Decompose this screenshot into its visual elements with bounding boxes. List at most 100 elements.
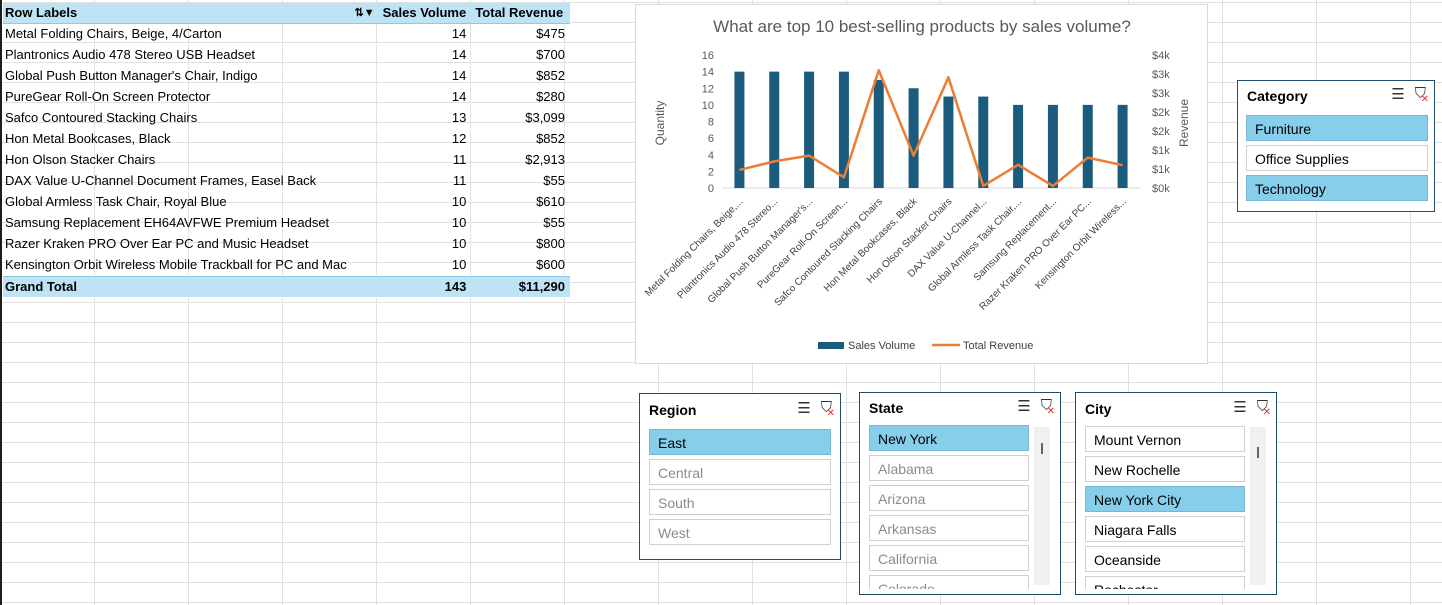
slicer-scrollbar[interactable]	[1250, 427, 1266, 585]
legend-label-sales-volume: Sales Volume	[848, 340, 915, 352]
product-label[interactable]: Hon Metal Bookcases, Black	[3, 129, 379, 149]
y-axis-title: Quantity	[653, 101, 667, 146]
slicer-scrollbar[interactable]	[1034, 427, 1050, 585]
y-tick-label: 4	[708, 150, 714, 162]
sales-volume-cell[interactable]: 10	[379, 213, 472, 233]
product-label[interactable]: Safco Contoured Stacking Chairs	[3, 108, 379, 128]
total-revenue-cell[interactable]: $610	[471, 192, 570, 212]
sales-volume-header[interactable]: Sales Volume	[379, 3, 472, 23]
clear-filter-icon[interactable]: ⛉ ✕	[1257, 398, 1271, 418]
grand-total-volume[interactable]: 143	[379, 277, 472, 297]
y2-tick-label: $3k	[1152, 88, 1170, 100]
slicer-item[interactable]: New Rochelle	[1085, 456, 1245, 482]
sales-volume-cell[interactable]: 14	[379, 87, 472, 107]
slicer-item[interactable]: Niagara Falls	[1085, 516, 1245, 542]
line-total-revenue	[739, 68, 1123, 188]
combo-chart[interactable]: What are top 10 best-selling products by…	[635, 4, 1208, 364]
slicer-item[interactable]: West	[649, 519, 831, 545]
slicer-item[interactable]: Arizona	[869, 485, 1029, 511]
multi-select-icon[interactable]: ☰	[1233, 398, 1246, 416]
product-label[interactable]: PureGear Roll-On Screen Protector	[3, 87, 379, 107]
product-label[interactable]: Razer Kraken PRO Over Ear PC and Music H…	[3, 234, 379, 254]
sales-volume-cell[interactable]: 12	[379, 129, 472, 149]
multi-select-icon[interactable]: ☰	[797, 399, 810, 417]
scrollbar-thumb[interactable]	[1257, 447, 1259, 458]
chart-title: What are top 10 best-selling products by…	[713, 17, 1131, 36]
bar-sales-volume	[804, 71, 815, 188]
slicer-item[interactable]: Furniture	[1246, 115, 1428, 141]
slicer-item[interactable]: California	[869, 545, 1029, 571]
total-revenue-cell[interactable]: $852	[471, 129, 570, 149]
product-label[interactable]: Kensington Orbit Wireless Mobile Trackba…	[3, 255, 379, 275]
multi-select-icon[interactable]: ☰	[1017, 397, 1030, 415]
product-label[interactable]: Samsung Replacement EH64AVFWE Premium He…	[3, 213, 379, 233]
slicer-item[interactable]: Colorado	[869, 575, 1029, 589]
sheet-left-edge	[0, 0, 2, 605]
pivot-row: Global Push Button Manager's Chair, Indi…	[3, 66, 570, 87]
slicer-item[interactable]: East	[649, 429, 831, 455]
sales-volume-cell[interactable]: 13	[379, 108, 472, 128]
y2-tick-label: $1k	[1152, 164, 1170, 176]
bar-sales-volume	[734, 71, 745, 188]
total-revenue-cell[interactable]: $2,913	[471, 150, 570, 170]
clear-filter-icon[interactable]: ⛉ ✕	[1415, 85, 1429, 105]
sales-volume-cell[interactable]: 10	[379, 255, 472, 275]
total-revenue-cell[interactable]: $600	[471, 255, 570, 275]
slicer-item[interactable]: Mount Vernon	[1085, 426, 1245, 452]
city-slicer[interactable]: City ☰ ⛉ ✕ Mount Vernon New Rochelle New Yo…	[1075, 392, 1277, 595]
y-tick-label: 0	[708, 183, 714, 195]
sort-filter-icon[interactable]: ⇅▼	[355, 3, 375, 23]
slicer-item[interactable]: Arkansas	[869, 515, 1029, 541]
slicer-item[interactable]: Office Supplies	[1246, 145, 1428, 171]
y-tick-label: 2	[708, 166, 714, 178]
product-label[interactable]: Global Push Button Manager's Chair, Indi…	[3, 66, 379, 86]
slicer-item[interactable]: South	[649, 489, 831, 515]
clear-filter-icon[interactable]: ⛉ ✕	[1041, 397, 1055, 417]
product-label[interactable]: DAX Value U-Channel Document Frames, Eas…	[3, 171, 379, 191]
slicer-item[interactable]: Technology	[1246, 175, 1428, 201]
product-label[interactable]: Global Armless Task Chair, Royal Blue	[3, 192, 379, 212]
slicer-title: Region	[649, 402, 697, 418]
pivot-row: Kensington Orbit Wireless Mobile Trackba…	[3, 255, 570, 276]
total-revenue-cell[interactable]: $280	[471, 87, 570, 107]
sales-volume-cell[interactable]: 14	[379, 45, 472, 65]
sales-volume-cell[interactable]: 14	[379, 66, 472, 86]
sales-volume-cell[interactable]: 11	[379, 150, 472, 170]
region-slicer[interactable]: Region ☰ ⛉ ✕ East Central South West	[639, 393, 841, 560]
product-label[interactable]: Hon Olson Stacker Chairs	[3, 150, 379, 170]
category-slicer[interactable]: Category ☰ ⛉ ✕ Furniture Office Supplies Te…	[1237, 80, 1435, 212]
total-revenue-cell[interactable]: $475	[471, 24, 570, 44]
product-label[interactable]: Metal Folding Chairs, Beige, 4/Carton	[3, 24, 379, 44]
y-tick-label: 14	[702, 67, 714, 79]
grand-total-label[interactable]: Grand Total	[3, 277, 379, 297]
total-revenue-cell[interactable]: $55	[471, 213, 570, 233]
scrollbar-thumb[interactable]	[1041, 443, 1043, 454]
total-revenue-header[interactable]: Total Revenue	[471, 3, 570, 23]
bar-sales-volume	[1117, 104, 1128, 188]
slicer-item[interactable]: New York	[869, 425, 1029, 451]
pivot-header-row: Row Labels ⇅▼ Sales Volume Total Revenue	[3, 3, 570, 24]
slicer-item[interactable]: New York City	[1085, 486, 1245, 512]
pivot-row: Samsung Replacement EH64AVFWE Premium He…	[3, 213, 570, 234]
slicer-title: City	[1085, 401, 1112, 417]
row-labels-header[interactable]: Row Labels	[5, 5, 77, 20]
clear-filter-icon[interactable]: ⛉ ✕	[821, 399, 835, 419]
grand-total-revenue[interactable]: $11,290	[471, 277, 570, 297]
total-revenue-cell[interactable]: $800	[471, 234, 570, 254]
sales-volume-cell[interactable]: 14	[379, 24, 472, 44]
sales-volume-cell[interactable]: 11	[379, 171, 472, 191]
total-revenue-cell[interactable]: $55	[471, 171, 570, 191]
product-label[interactable]: Plantronics Audio 478 Stereo USB Headset	[3, 45, 379, 65]
state-slicer[interactable]: State ☰ ⛉ ✕ New York Alabama Arizona Arkansa…	[859, 392, 1061, 595]
total-revenue-cell[interactable]: $3,099	[471, 108, 570, 128]
slicer-item[interactable]: Alabama	[869, 455, 1029, 481]
slicer-item[interactable]: Central	[649, 459, 831, 485]
total-revenue-cell[interactable]: $852	[471, 66, 570, 86]
multi-select-icon[interactable]: ☰	[1391, 85, 1404, 103]
slicer-item[interactable]: Oceanside	[1085, 546, 1245, 572]
total-revenue-cell[interactable]: $700	[471, 45, 570, 65]
slicer-item[interactable]: Rochester	[1085, 576, 1245, 589]
slicer-title: State	[869, 400, 904, 416]
sales-volume-cell[interactable]: 10	[379, 192, 472, 212]
sales-volume-cell[interactable]: 10	[379, 234, 472, 254]
